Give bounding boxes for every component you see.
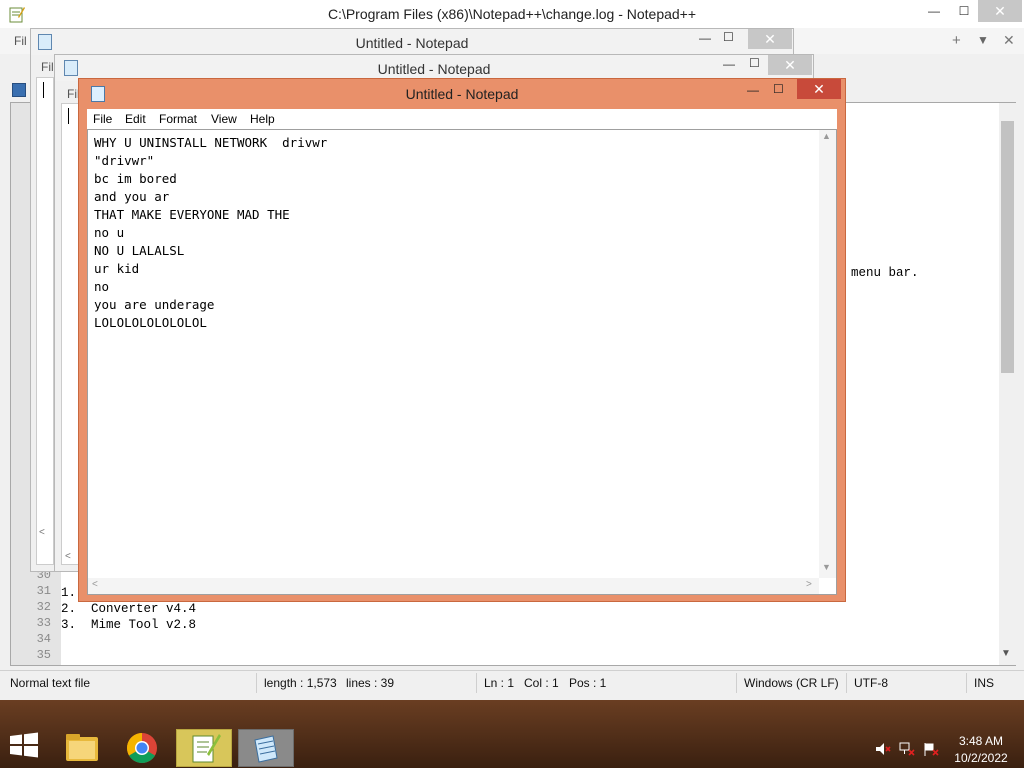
close-button[interactable]: ✕ <box>748 29 792 49</box>
scroll-left-icon[interactable]: < <box>39 527 45 538</box>
save-icon[interactable] <box>12 83 26 97</box>
line-number: 31 <box>36 584 51 598</box>
document-text: WHY U UNINSTALL NETWORK drivwr "drivwr" … <box>94 134 327 332</box>
status-length: length : 1,573 <box>264 676 337 690</box>
text-line: and you ar <box>94 189 170 204</box>
status-bar: Normal text file length : 1,573 lines : … <box>0 670 1024 694</box>
line-number: 35 <box>36 648 51 662</box>
text-area[interactable]: WHY U UNINSTALL NETWORK drivwr "drivwr" … <box>87 129 837 595</box>
status-separator <box>476 673 477 693</box>
status-file-type: Normal text file <box>10 676 91 690</box>
text-line: WHY U UNINSTALL NETWORK drivwr <box>94 135 328 150</box>
menu-edit[interactable]: Edit <box>125 112 146 126</box>
status-pos: Pos : 1 <box>569 676 607 690</box>
status-ln: Ln : 1 <box>484 676 515 690</box>
window-title: Untitled - Notepad <box>377 61 491 77</box>
status-separator <box>966 673 967 693</box>
status-separator <box>256 673 257 693</box>
text-caret <box>43 82 44 98</box>
text-line: no u <box>94 225 125 240</box>
scroll-right-icon[interactable]: > <box>806 579 812 590</box>
clock-time[interactable]: 3:48 AM <box>955 734 1007 748</box>
text-caret <box>68 108 69 124</box>
text-line: THAT MAKE EVERYONE MAD THE <box>94 207 290 222</box>
editor-line: menu bar. <box>851 266 919 280</box>
start-button[interactable] <box>8 732 40 758</box>
scroll-left-icon[interactable]: < <box>92 579 98 590</box>
new-tab-icon[interactable]: + <box>952 32 961 49</box>
taskbar-notepad[interactable] <box>238 729 294 767</box>
notepad-window-active: Untitled - Notepad — ☐ ✕ File Edit Forma… <box>78 78 846 602</box>
menu-format[interactable]: Format <box>159 112 197 126</box>
minimize-button[interactable]: — <box>699 31 711 45</box>
taskbar: 3:48 AM 10/2/2022 <box>0 700 1024 768</box>
menu-view[interactable]: View <box>211 112 237 126</box>
taskbar-notepadpp[interactable] <box>176 729 232 767</box>
menubar: File Edit Format View Help <box>87 109 837 129</box>
status-lines: lines : 39 <box>346 676 395 690</box>
line-number: 33 <box>36 616 51 630</box>
text-line: NO U LALALSL <box>94 243 185 258</box>
window-title: C:\Program Files (x86)\Notepad++\change.… <box>327 6 697 22</box>
vertical-scrollbar[interactable]: ▼ <box>999 103 1016 665</box>
maximize-button[interactable]: ☐ <box>773 82 784 96</box>
text-line: LOLOLOLOLOLOLOL <box>94 315 207 330</box>
network-disconnected-icon[interactable] <box>898 741 916 757</box>
menu-file[interactable]: Fil <box>41 60 54 74</box>
horizontal-scrollbar[interactable]: < > <box>88 578 819 594</box>
minimize-button[interactable]: — <box>918 0 950 22</box>
status-col: Col : 1 <box>524 676 559 690</box>
status-separator <box>846 673 847 693</box>
text-line: bc im bored <box>94 171 177 186</box>
chrome-icon <box>126 733 157 764</box>
clock-date[interactable]: 10/2/2022 <box>950 751 1012 765</box>
close-button[interactable]: ✕ <box>978 0 1022 22</box>
notepad-titlebar[interactable]: Untitled - Notepad — ☐ ✕ <box>31 29 793 55</box>
taskbar-chrome[interactable] <box>114 729 170 767</box>
editor-line: 3. Mime Tool v2.8 <box>61 618 197 632</box>
notepadpp-titlebar[interactable]: C:\Program Files (x86)\Notepad++\change.… <box>0 0 1024 28</box>
tab-list-icon[interactable]: ▼ <box>977 33 989 47</box>
menu-help[interactable]: Help <box>250 112 275 126</box>
scroll-up-icon[interactable]: ▲ <box>822 131 831 141</box>
maximize-button[interactable]: ☐ <box>723 30 734 44</box>
notepad-icon <box>254 735 278 763</box>
text-line: "drivwr" <box>94 153 155 168</box>
line-number: 32 <box>36 600 51 614</box>
scroll-left-icon[interactable]: < <box>65 551 71 562</box>
window-title: Untitled - Notepad <box>355 35 469 51</box>
text-area[interactable] <box>36 77 54 565</box>
minimize-button[interactable]: — <box>747 83 759 97</box>
text-line: you are underage <box>94 297 215 312</box>
vertical-scrollbar[interactable]: ▲ ▼ <box>819 130 836 578</box>
window-title: Untitled - Notepad <box>405 86 519 102</box>
editor-line: 2. Converter v4.4 <box>61 602 197 616</box>
line-number: 34 <box>36 632 51 646</box>
text-line: no <box>94 279 110 294</box>
scroll-down-icon[interactable]: ▼ <box>1001 648 1011 659</box>
close-button[interactable]: ✕ <box>797 79 841 99</box>
menu-file[interactable]: Fil <box>14 34 27 48</box>
close-tab-icon[interactable]: ✕ <box>1003 32 1015 49</box>
close-button[interactable]: ✕ <box>768 55 812 75</box>
notepadpp-icon <box>192 734 221 763</box>
menu-file[interactable]: File <box>93 112 112 126</box>
maximize-button[interactable]: ☐ <box>948 0 980 22</box>
status-eol: Windows (CR LF) <box>744 676 839 690</box>
folder-icon <box>66 734 98 761</box>
scrollbar-thumb[interactable] <box>1001 121 1014 373</box>
volume-muted-icon[interactable] <box>874 741 892 757</box>
action-center-flag-icon[interactable] <box>922 741 940 757</box>
maximize-button[interactable]: ☐ <box>749 56 760 70</box>
minimize-button[interactable]: — <box>723 57 735 71</box>
taskbar-file-explorer[interactable] <box>54 729 110 767</box>
status-insert-mode: INS <box>974 676 995 690</box>
text-line: ur kid <box>94 261 140 276</box>
editor-line: 1. <box>61 586 77 600</box>
status-encoding: UTF-8 <box>854 676 888 690</box>
scroll-down-icon[interactable]: ▼ <box>822 562 831 572</box>
status-separator <box>736 673 737 693</box>
